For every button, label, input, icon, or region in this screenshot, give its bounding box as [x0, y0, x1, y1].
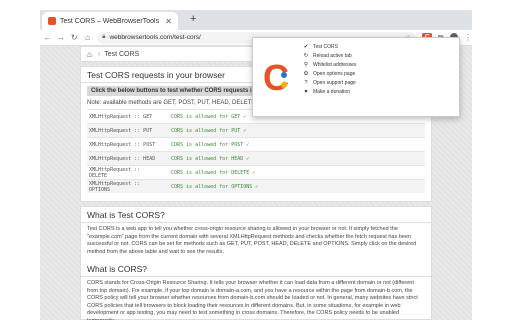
menu-item-label: Open support page	[313, 79, 356, 86]
about-paragraph: Test CORS is a web app to tell you wheth…	[87, 226, 417, 255]
heart-icon: ♥	[304, 88, 308, 95]
result-text: CORS is allowed for PUT ✓	[171, 127, 247, 134]
cors-heading: What is CORS?	[81, 261, 431, 277]
table-row: XMLHttpRequest :: DELETE CORS is allowed…	[87, 165, 425, 179]
popup-menu: ✔ Test CORS ↻ Reload active tab ⚲ Whitel…	[301, 42, 451, 96]
result-text: CORS is allowed for GET ✓	[171, 113, 247, 120]
menu-item-label: Whitelist addresses	[313, 61, 357, 68]
breadcrumb-separator: ›	[97, 50, 101, 58]
menu-kebab-icon[interactable]: ⋮	[464, 33, 472, 42]
method-button-post[interactable]: XMLHttpRequest :: POST	[87, 142, 157, 148]
method-button-options[interactable]: XMLHttpRequest :: OPTIONS	[87, 181, 157, 193]
about-card: What is Test CORS? Test CORS is a web ap…	[80, 206, 432, 320]
method-button-head[interactable]: XMLHttpRequest :: HEAD	[87, 156, 157, 162]
method-button-get[interactable]: XMLHttpRequest :: GET	[87, 114, 157, 120]
menu-item-test-cors[interactable]: ✔ Test CORS	[301, 42, 451, 51]
breadcrumb-label: Test CORS	[104, 50, 140, 58]
result-text: CORS is allowed for OPTIONS ✓	[171, 183, 259, 190]
extension-popup: C ✔ Test CORS ↻ Reload active tab ⚲ Whit…	[252, 37, 460, 117]
table-row: XMLHttpRequest :: HEAD CORS is allowed f…	[87, 151, 425, 165]
table-row: XMLHttpRequest :: OPTIONS CORS is allowe…	[87, 179, 425, 193]
tab-strip: Test CORS – WebBrowserTools ✕ +	[40, 10, 472, 30]
cors-logo: C	[263, 58, 291, 98]
url-text[interactable]: webbrowsertools.com/test-cors/	[109, 34, 200, 41]
logo-yellow-dot	[281, 82, 287, 88]
result-text: CORS is allowed for POST ✓	[171, 141, 250, 148]
method-button-delete[interactable]: XMLHttpRequest :: DELETE	[87, 167, 157, 179]
result-text: CORS is allowed for DELETE ✓	[171, 169, 256, 176]
menu-item-label: Make a donation	[313, 88, 350, 95]
result-text: CORS is allowed for HEAD ✓	[171, 155, 250, 162]
about-heading: What is Test CORS?	[81, 207, 431, 223]
tab-title: Test CORS – WebBrowserTools	[60, 17, 160, 25]
menu-item-options[interactable]: ⚙ Open options page	[301, 69, 451, 78]
lock-icon[interactable]: 🔒︎	[102, 34, 105, 41]
forward-arrow-icon[interactable]: →	[55, 33, 66, 42]
reload-icon[interactable]: ↻	[69, 33, 80, 42]
tab-close-icon[interactable]: ✕	[165, 17, 172, 26]
menu-item-label: Open options page	[313, 70, 356, 77]
browser-tab[interactable]: Test CORS – WebBrowserTools ✕	[42, 12, 178, 30]
logo-letter: C	[263, 57, 289, 98]
menu-item-reload[interactable]: ↻ Reload active tab	[301, 51, 451, 60]
menu-item-label: Test CORS	[313, 43, 339, 50]
cors-paragraph: CORS stands for Cross-Origin Resource Sh…	[87, 280, 418, 320]
methods-table: XMLHttpRequest :: GET CORS is allowed fo…	[81, 109, 431, 193]
menu-item-whitelist[interactable]: ⚲ Whitelist addresses	[301, 60, 451, 69]
back-arrow-icon[interactable]: ←	[42, 33, 53, 42]
table-row: XMLHttpRequest :: PUT CORS is allowed fo…	[87, 123, 425, 137]
home-icon[interactable]: ⌂	[82, 33, 93, 42]
home-icon[interactable]: ⌂	[87, 50, 92, 59]
table-row: XMLHttpRequest :: POST CORS is allowed f…	[87, 137, 425, 151]
gear-icon: ⚙	[303, 70, 309, 77]
new-tab-button[interactable]: +	[190, 13, 196, 25]
help-icon: ?	[304, 79, 308, 86]
menu-item-donate[interactable]: ♥ Make a donation	[301, 87, 451, 96]
filter-icon: ⚲	[303, 61, 309, 68]
menu-item-support[interactable]: ? Open support page	[301, 78, 451, 87]
menu-item-label: Reload active tab	[313, 52, 352, 59]
favicon-icon	[48, 17, 56, 25]
reload-icon: ↻	[303, 52, 309, 59]
check-icon: ✔	[303, 43, 309, 50]
logo-blue-dot	[281, 72, 287, 78]
method-button-put[interactable]: XMLHttpRequest :: PUT	[87, 128, 157, 134]
